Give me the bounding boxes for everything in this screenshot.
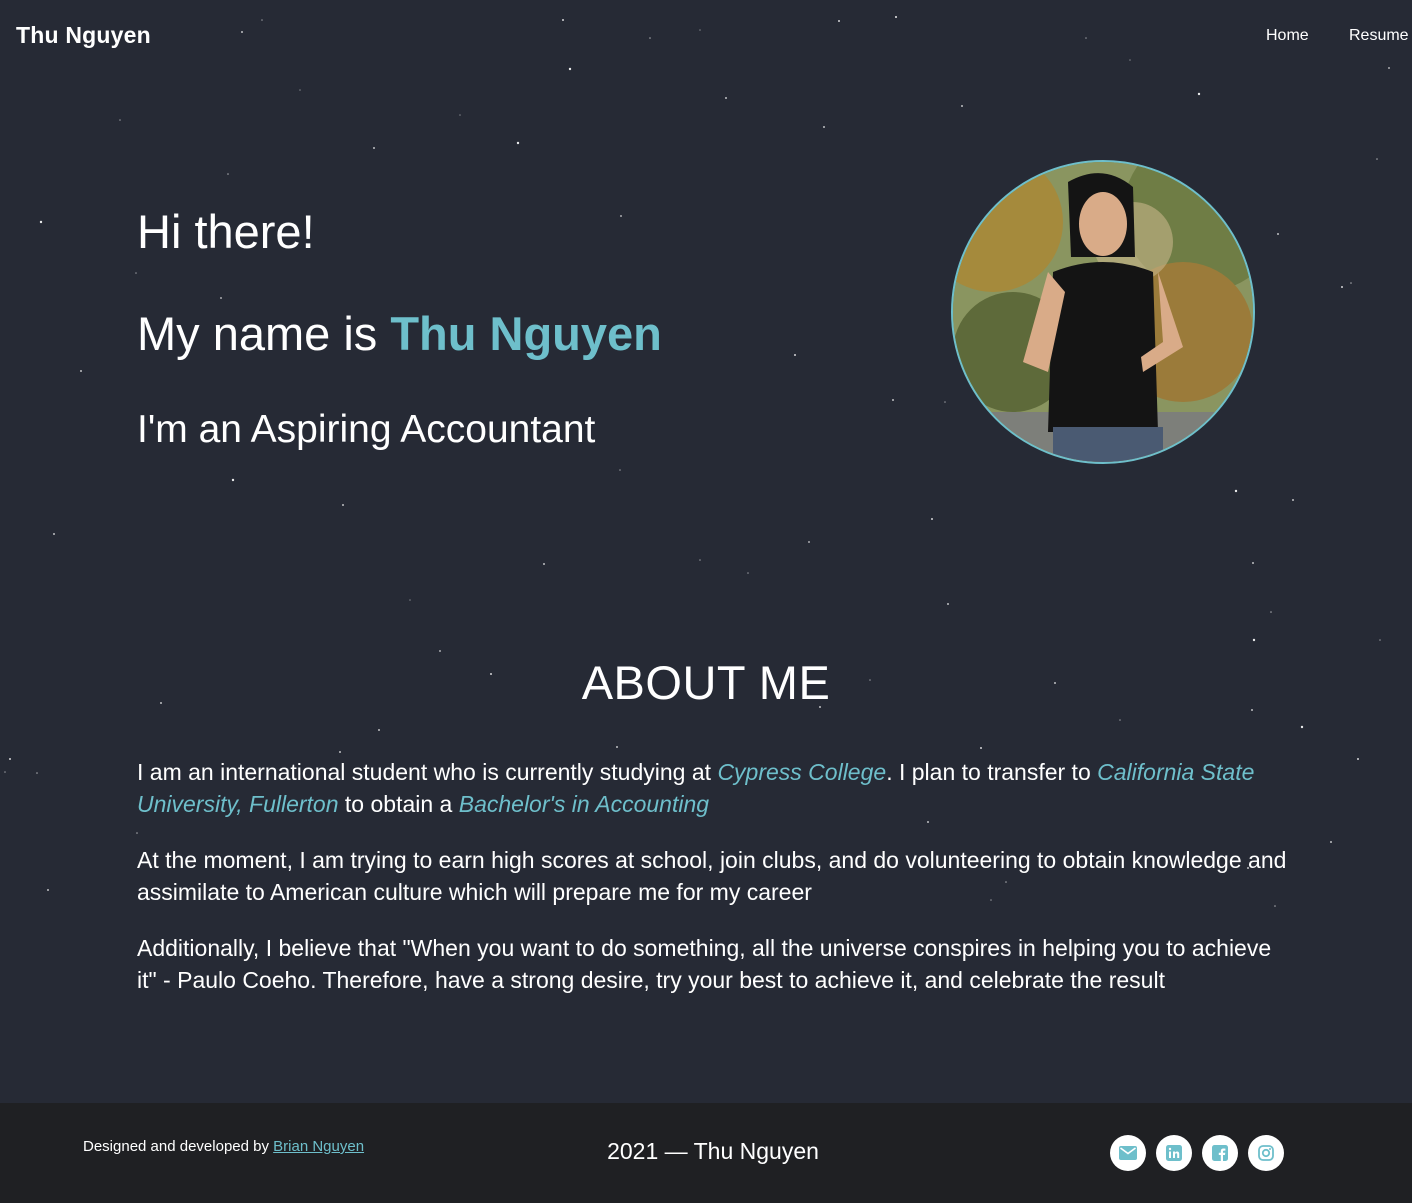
about-text: I am an international student who is cur… <box>137 759 718 785</box>
footer: Designed and developed by Brian Nguyen 2… <box>0 1103 1412 1203</box>
hero-name: Thu Nguyen <box>390 307 662 360</box>
linkedin-icon[interactable] <box>1156 1135 1192 1171</box>
hero-name-prefix: My name is <box>137 307 391 360</box>
hero-role: I'm an Aspiring Accountant <box>137 408 596 451</box>
instagram-icon[interactable] <box>1248 1135 1284 1171</box>
nav-link-resume[interactable]: Resume <box>1349 27 1409 45</box>
about-paragraph-1: I am an international student who is cur… <box>137 756 1287 820</box>
brand-logo[interactable]: Thu Nguyen <box>16 22 151 49</box>
about-text: to obtain a <box>338 791 459 817</box>
highlight-cypress-college: Cypress College <box>717 759 887 785</box>
about-paragraph-2: At the moment, I am trying to earn high … <box>137 847 1287 905</box>
hero-name-line: My name is Thu Nguyen <box>137 306 662 361</box>
hero-greeting: Hi there! <box>137 205 315 258</box>
footer-copyright: 2021 — Thu Nguyen <box>607 1138 819 1164</box>
navbar: Thu Nguyen Home Resume <box>0 0 1412 72</box>
about-paragraph-3: Additionally, I believe that "When you w… <box>137 935 1272 993</box>
about-text: . I plan to transfer to <box>886 759 1098 785</box>
nav-link-home[interactable]: Home <box>1266 27 1309 45</box>
facebook-icon[interactable] <box>1202 1135 1238 1171</box>
highlight-bachelors: Bachelor's in Accounting <box>458 791 710 817</box>
about-title: ABOUT ME <box>581 656 831 709</box>
profile-photo <box>951 160 1255 464</box>
mail-icon[interactable] <box>1110 1135 1146 1171</box>
